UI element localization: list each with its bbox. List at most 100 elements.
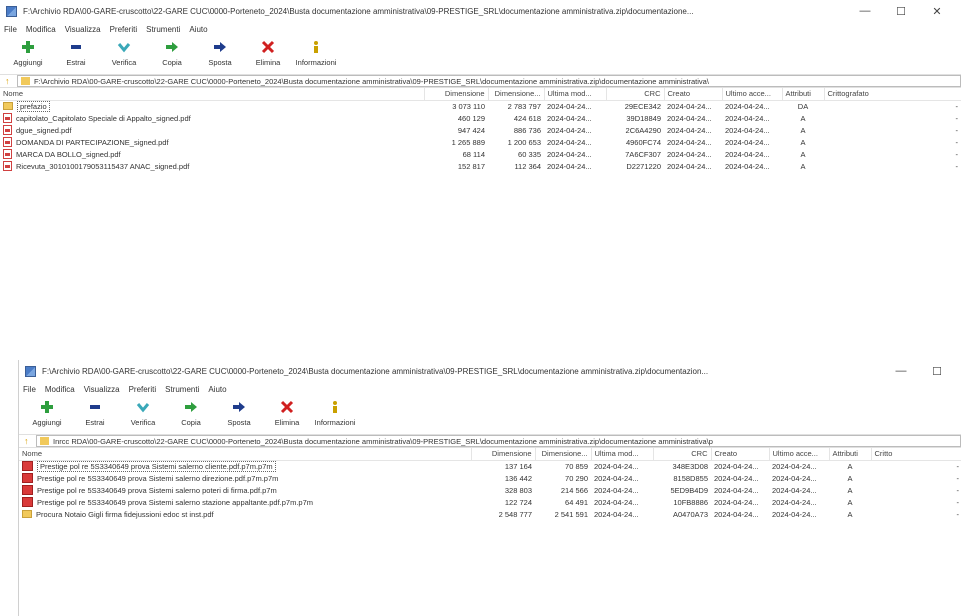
- app-icon: [25, 365, 36, 377]
- file-accessed: 2024-04-24...: [772, 509, 817, 519]
- table-row[interactable]: Procura Notaio Gigli firma fidejussioni …: [19, 508, 961, 520]
- table-row[interactable]: Ricevuta_3010100179053115437 ANAC_signed…: [0, 160, 961, 172]
- navy-minus-icon: [88, 398, 102, 416]
- address-bar: ↑ Inrcc RDA\00-GARE-cruscotto\22-GARE CU…: [19, 434, 961, 448]
- app-icon: [6, 5, 17, 17]
- menu-file[interactable]: File: [4, 25, 17, 34]
- extract-button[interactable]: Estrai: [71, 398, 119, 427]
- column-size[interactable]: Dimensione: [424, 88, 489, 101]
- address-field[interactable]: F:\Archivio RDA\00-GARE-cruscotto\22-GAR…: [17, 75, 961, 87]
- menu-view[interactable]: Visualizza: [65, 25, 101, 34]
- column-created[interactable]: Creato: [711, 448, 770, 461]
- address-field[interactable]: Inrcc RDA\00-GARE-cruscotto\22-GARE CUC\…: [36, 435, 961, 447]
- up-folder-icon[interactable]: ↑: [24, 436, 32, 446]
- minimize-button[interactable]: —: [847, 5, 883, 18]
- verify-button[interactable]: Verifica: [119, 398, 167, 427]
- move-label: Sposta: [208, 58, 232, 67]
- file-name: MARCA DA BOLLO_signed.pdf: [16, 149, 121, 159]
- maximize-button[interactable]: ☐: [883, 5, 919, 18]
- info-button[interactable]: Informazioni: [311, 398, 359, 427]
- file-size: 3 073 110: [452, 101, 485, 111]
- file-modified: 2024-04-24...: [547, 113, 592, 123]
- copy-button[interactable]: Copia: [167, 398, 215, 427]
- delete-label: Elimina: [255, 58, 281, 67]
- menu-tools[interactable]: Strumenti: [165, 385, 199, 394]
- table-row[interactable]: dgue_signed.pdf 947 424 886 736 2024-04-…: [0, 124, 961, 136]
- column-crc[interactable]: CRC: [653, 448, 712, 461]
- add-button[interactable]: Aggiungi: [23, 398, 71, 427]
- move-button[interactable]: Sposta: [196, 38, 244, 67]
- table-row[interactable]: capitolato_Capitolato Speciale di Appalt…: [0, 112, 961, 124]
- column-name[interactable]: Nome: [19, 448, 472, 461]
- file-modified: 2024-04-24...: [547, 161, 592, 171]
- column-encrypted[interactable]: Crittografato: [824, 88, 961, 101]
- column-encrypted[interactable]: Critto: [871, 448, 961, 461]
- red-x-icon: [280, 398, 294, 416]
- green-arrow-right-icon: [184, 398, 198, 416]
- archive-window-top: F:\Archivio RDA\00-GARE-cruscotto\22-GAR…: [0, 0, 961, 352]
- maximize-button[interactable]: ☐: [919, 365, 955, 378]
- column-modified[interactable]: Ultima mod...: [591, 448, 654, 461]
- signed-file-icon: [22, 497, 33, 507]
- table-row[interactable]: Prestige pol re 5S3340649 prova Sistemi …: [19, 496, 961, 508]
- minimize-button[interactable]: —: [883, 365, 919, 378]
- add-label: Aggiungi: [13, 58, 43, 67]
- delete-button[interactable]: Elimina: [244, 38, 292, 67]
- file-crc: A0470A73: [672, 509, 708, 519]
- column-name[interactable]: Nome: [0, 88, 425, 101]
- file-modified: 2024-04-24...: [594, 509, 639, 519]
- column-modified[interactable]: Ultima mod...: [544, 88, 607, 101]
- menu-bar: File Modifica Visualizza Preferiti Strum…: [0, 22, 961, 36]
- column-packed-size[interactable]: Dimensione...: [535, 448, 592, 461]
- column-accessed[interactable]: Ultimo acce...: [769, 448, 830, 461]
- extract-button[interactable]: Estrai: [52, 38, 100, 67]
- file-size: 2 548 777: [498, 509, 532, 519]
- menu-tools[interactable]: Strumenti: [146, 25, 180, 34]
- move-button[interactable]: Sposta: [215, 398, 263, 427]
- delete-button[interactable]: Elimina: [263, 398, 311, 427]
- file-created: 2024-04-24...: [714, 461, 759, 471]
- menu-bar: File Modifica Visualizza Preferiti Strum…: [19, 382, 961, 396]
- menu-edit[interactable]: Modifica: [26, 25, 56, 34]
- archive-file-icon: [22, 510, 32, 518]
- table-row[interactable]: DOMANDA DI PARTECIPAZIONE_signed.pdf 1 2…: [0, 136, 961, 148]
- table-row[interactable]: MARCA DA BOLLO_signed.pdf 68 114 60 335 …: [0, 148, 961, 160]
- column-packed-size[interactable]: Dimensione...: [488, 88, 545, 101]
- menu-favorites[interactable]: Preferiti: [110, 25, 138, 34]
- menu-favorites[interactable]: Preferiti: [129, 385, 157, 394]
- menu-file[interactable]: File: [23, 385, 36, 394]
- column-size[interactable]: Dimensione: [471, 448, 536, 461]
- file-created: 2024-04-24...: [714, 497, 759, 507]
- menu-help[interactable]: Aiuto: [189, 25, 207, 34]
- file-packed-size: 112 364: [514, 161, 541, 171]
- file-encrypted: -: [956, 497, 960, 507]
- menu-edit[interactable]: Modifica: [45, 385, 75, 394]
- column-attributes[interactable]: Attributi: [829, 448, 872, 461]
- file-accessed: 2024-04-24...: [725, 125, 770, 135]
- column-attributes[interactable]: Attributi: [782, 88, 825, 101]
- column-crc[interactable]: CRC: [606, 88, 665, 101]
- green-arrow-right-icon: [165, 38, 179, 56]
- menu-view[interactable]: Visualizza: [84, 385, 120, 394]
- table-row[interactable]: Prestige pol re 5S3340649 prova Sistemi …: [19, 460, 961, 472]
- table-row[interactable]: Prestige pol re 5S3340649 prova Sistemi …: [19, 472, 961, 484]
- menu-help[interactable]: Aiuto: [208, 385, 226, 394]
- file-encrypted: -: [955, 125, 959, 135]
- file-modified: 2024-04-24...: [547, 137, 592, 147]
- close-button[interactable]: ✕: [919, 5, 955, 18]
- column-created[interactable]: Creato: [664, 88, 723, 101]
- info-button[interactable]: Informazioni: [292, 38, 340, 67]
- table-row[interactable]: Prestige pol re 5S3340649 prova Sistemi …: [19, 484, 961, 496]
- file-accessed: 2024-04-24...: [772, 497, 817, 507]
- file-packed-size: 214 566: [560, 485, 588, 495]
- toolbar: Aggiungi Estrai Verifica Copia Sposta El…: [0, 36, 961, 74]
- file-name: capitolato_Capitolato Speciale di Appalt…: [16, 113, 191, 123]
- file-encrypted: -: [955, 113, 959, 123]
- file-crc: 8158D855: [673, 473, 708, 483]
- verify-button[interactable]: Verifica: [100, 38, 148, 67]
- column-accessed[interactable]: Ultimo acce...: [722, 88, 783, 101]
- table-row[interactable]: prefazio 3 073 110 2 783 797 2024-04-24.…: [0, 100, 961, 112]
- add-button[interactable]: Aggiungi: [4, 38, 52, 67]
- up-folder-icon[interactable]: ↑: [5, 76, 13, 86]
- copy-button[interactable]: Copia: [148, 38, 196, 67]
